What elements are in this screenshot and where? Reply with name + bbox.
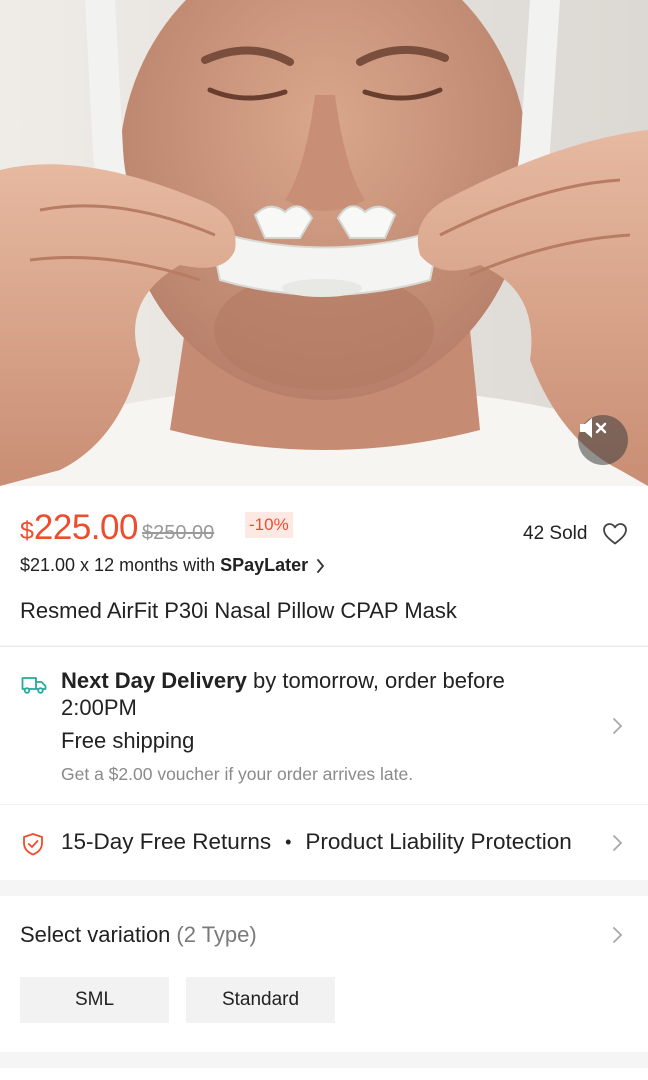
returns-section[interactable]: 15-Day Free Returns • Product Liability … [0,804,648,880]
price-row: $ 225.00 $250.00 [20,508,214,548]
variation-title: Select variation [20,922,171,947]
variation-section: Select variation (2 Type) SML Standard [0,896,648,1052]
next-section-edge [0,1068,648,1080]
free-shipping-label: Free shipping [61,728,195,753]
speaker-muted-icon [580,418,607,438]
original-price: $250.00 [141,522,215,544]
liability-protection-label: Product Liability Protection [305,829,572,854]
current-price: 225.00 [33,508,139,547]
free-returns-label: 15-Day Free Returns [61,829,272,854]
chevron-right-icon [613,927,623,943]
chevron-right-icon [613,835,623,851]
price-section: $ 225.00 $250.00 -10% 42 Sold $21.00 x 1… [0,486,648,645]
delivery-headline: Next Day Delivery by tomorrow, order bef… [61,667,581,721]
installment-provider: SPayLater [220,555,309,575]
installment-link[interactable]: $21.00 x 12 months with SPayLater [20,555,325,576]
select-variation-row[interactable]: Select variation (2 Type) [0,896,648,970]
shield-check-icon [23,833,43,856]
returns-info: 15-Day Free Returns • Product Liability … [61,829,572,855]
sold-count: 42 Sold [523,523,588,544]
product-title: Resmed AirFit P30i Nasal Pillow CPAP Mas… [20,598,457,623]
discount-badge: -10% [245,512,293,538]
product-photo [0,0,648,486]
delivery-type: Next Day Delivery [61,668,247,693]
price-currency: $ [20,517,34,545]
variation-option-sml[interactable]: SML [20,977,169,1023]
variation-option-standard[interactable]: Standard [186,977,335,1023]
product-image[interactable] [0,0,648,486]
variation-heading: Select variation (2 Type) [20,922,257,948]
mute-button[interactable] [578,415,628,465]
variation-count: (2 Type) [176,922,257,947]
separator-dot: • [285,831,292,852]
truck-icon [21,677,47,694]
delivery-section[interactable]: Next Day Delivery by tomorrow, order bef… [0,646,648,804]
chevron-right-icon [317,558,325,573]
chevron-right-icon [613,718,623,734]
installment-text: $21.00 x 12 months with [20,555,216,575]
late-voucher-note: Get a $2.00 voucher if your order arrive… [61,764,414,784]
heart-icon[interactable] [602,522,628,546]
